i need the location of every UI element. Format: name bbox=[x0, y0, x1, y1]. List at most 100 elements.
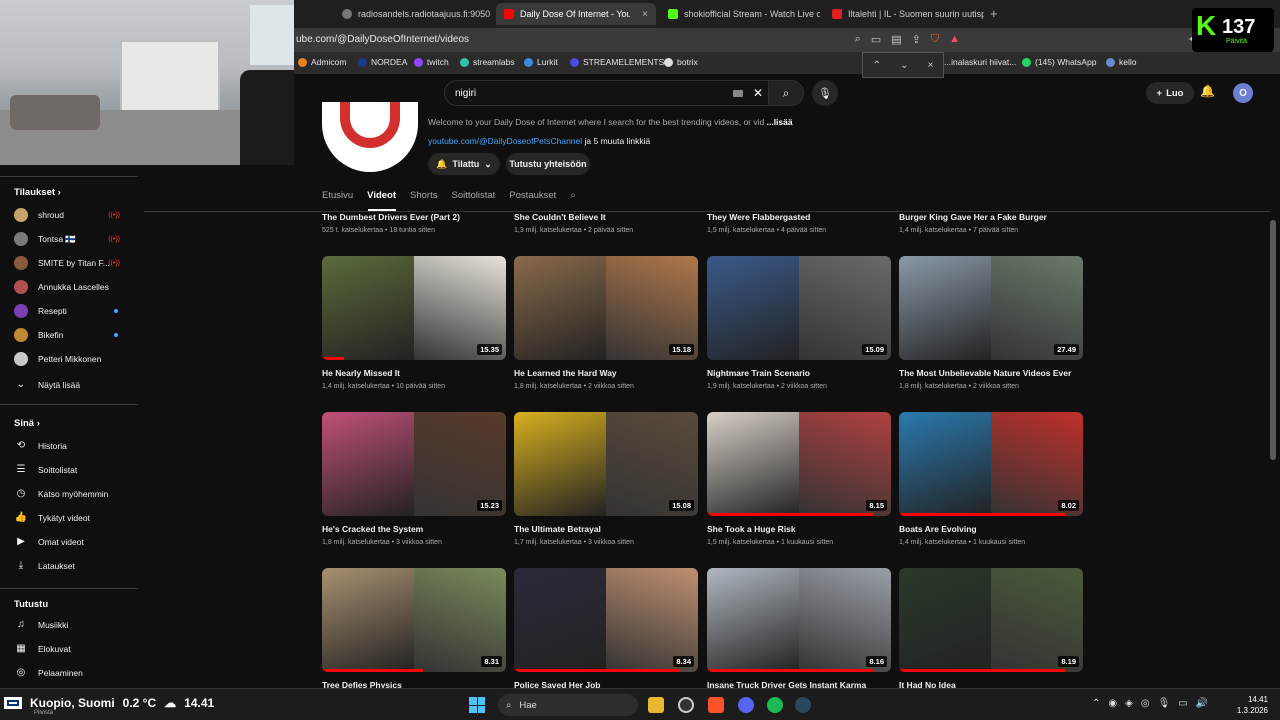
video-thumbnail[interactable]: 8.34 bbox=[514, 568, 698, 672]
bookmark-item[interactable]: kello bbox=[1106, 57, 1136, 67]
bookmark-item[interactable]: botrix bbox=[664, 57, 698, 67]
video-title[interactable]: The Most Unbelievable Nature Videos Ever bbox=[899, 368, 1083, 378]
video-thumbnail[interactable]: 15.35 bbox=[322, 256, 506, 360]
sidebar-item[interactable]: ▦ Elokuvat bbox=[14, 643, 134, 654]
video-thumbnail[interactable]: 15.09 bbox=[707, 256, 891, 360]
chevron-up-icon[interactable]: ⌃ bbox=[1092, 698, 1100, 709]
video-card[interactable]: 8.02 Boats Are Evolving 1,4 milj. katseluk… bbox=[899, 412, 1083, 546]
volume-icon[interactable]: 🔊 bbox=[1196, 698, 1208, 709]
find-prev-icon[interactable]: ⌃ bbox=[873, 60, 881, 71]
video-thumbnail[interactable]: 8.16 bbox=[707, 568, 891, 672]
video-thumbnail[interactable]: 27.49 bbox=[899, 256, 1083, 360]
video-title[interactable]: The Dumbest Drivers Ever (Part 2) bbox=[322, 212, 460, 222]
bookmark-item[interactable]: Lurkit bbox=[524, 57, 558, 67]
close-icon[interactable]: × bbox=[928, 60, 934, 71]
video-thumbnail[interactable]: 15.18 bbox=[514, 256, 698, 360]
spotify-icon[interactable] bbox=[767, 697, 783, 713]
sidebar-subscription[interactable]: Bikefin bbox=[14, 328, 134, 342]
video-title[interactable]: He Learned the Hard Way bbox=[514, 368, 698, 378]
video-thumbnail[interactable]: 15.23 bbox=[322, 412, 506, 516]
sidebar-item[interactable]: ⟲ Historia bbox=[14, 440, 134, 451]
create-button[interactable]: + Luo bbox=[1146, 82, 1194, 104]
reader-icon[interactable]: ▤ bbox=[891, 33, 901, 46]
tray-app-icon[interactable]: ◈ bbox=[1125, 698, 1133, 709]
more-link[interactable]: ...lisää bbox=[767, 117, 793, 127]
video-card[interactable]: 8.34 Police Saved Her Job bbox=[514, 568, 698, 695]
search-input[interactable]: nigiri ✕ bbox=[444, 80, 774, 106]
brave-shield-icon[interactable]: ⛉ bbox=[931, 33, 939, 46]
zoom-icon[interactable]: ⌕ bbox=[855, 33, 861, 46]
sidebar-subscription[interactable]: Tontsa 🇫🇮 ((•)) bbox=[14, 232, 134, 246]
close-icon[interactable]: × bbox=[642, 9, 648, 20]
video-card[interactable]: 27.49 The Most Unbelievable Nature Videos… bbox=[899, 256, 1083, 390]
clear-search-icon[interactable]: ✕ bbox=[753, 86, 763, 100]
keyboard-icon[interactable] bbox=[733, 90, 743, 97]
sidebar-item[interactable]: ◷ Katso myöhemmin bbox=[14, 488, 134, 499]
sidebar-item[interactable]: ♫ Musiikki bbox=[14, 619, 134, 630]
bookmark-item[interactable]: NORDEA bbox=[358, 57, 407, 67]
tab-posts[interactable]: Postaukset bbox=[509, 190, 556, 201]
video-title[interactable]: Burger King Gave Her a Fake Burger bbox=[899, 212, 1047, 222]
bookmark-item[interactable]: twitch bbox=[414, 57, 449, 67]
video-thumbnail[interactable]: 8.19 bbox=[899, 568, 1083, 672]
video-title[interactable]: The Ultimate Betrayal bbox=[514, 524, 698, 534]
video-card[interactable]: 15.23 He's Cracked the System 1,8 milj. ka… bbox=[322, 412, 506, 546]
bookmark-item[interactable]: streamlabs bbox=[460, 57, 515, 67]
tab-shorts[interactable]: Shorts bbox=[410, 190, 437, 201]
sidebar-item[interactable]: 👍 Tykätyt videot bbox=[14, 512, 134, 523]
video-card[interactable]: 8.16 Insane Truck Driver Gets Instant Kar… bbox=[707, 568, 891, 695]
channel-description[interactable]: Welcome to your Daily Dose of Internet w… bbox=[428, 117, 793, 127]
browser-tab-active[interactable]: Daily Dose Of Internet - YouTube × bbox=[496, 3, 656, 25]
weather-widget[interactable]: Kuopio, Suomi 0.2 °C ☁ 14.41 Pilvistä bbox=[4, 696, 214, 716]
url-field[interactable]: ube.com/@DailyDoseOfInternet/videos bbox=[296, 34, 469, 45]
taskbar-search[interactable]: ⌕ Hae bbox=[498, 694, 638, 716]
brave-icon[interactable] bbox=[708, 697, 724, 713]
browser-tab[interactable]: Iltalehti | IL - Suomen suurin uutispa bbox=[824, 3, 984, 25]
video-title[interactable]: He Nearly Missed It bbox=[322, 368, 506, 378]
video-thumbnail[interactable]: 15.08 bbox=[514, 412, 698, 516]
video-title[interactable]: She Took a Huge Risk bbox=[707, 524, 891, 534]
bookmark-item[interactable]: ...inalaskuri hiivat... bbox=[944, 57, 1016, 67]
show-more-button[interactable]: ⌄ Näytä lisää bbox=[14, 379, 134, 390]
sidebar-item[interactable]: ▶ Omat videot bbox=[14, 536, 134, 547]
tab-playlists[interactable]: Soittolistat bbox=[451, 190, 495, 201]
sidebar-subscription[interactable]: SMITE by Titan F... ((•)) bbox=[14, 256, 134, 270]
subscribe-button[interactable]: 🔔 Tilattu ⌄ bbox=[428, 153, 500, 175]
rewards-icon[interactable]: ▲ bbox=[949, 33, 960, 46]
browser-tab[interactable]: shokiofficial Stream - Watch Live on bbox=[660, 3, 820, 25]
windows-start-icon[interactable] bbox=[469, 697, 485, 713]
sidebar-subscription[interactable]: Resepti bbox=[14, 304, 134, 318]
video-card[interactable]: 8.19 It Had No Idea bbox=[899, 568, 1083, 695]
scrollbar[interactable] bbox=[1270, 220, 1276, 460]
browser-tab[interactable]: radiosandels.radiotaajuus.fi:9050 bbox=[334, 3, 494, 25]
steam-icon[interactable] bbox=[795, 697, 811, 713]
obs-icon[interactable] bbox=[678, 697, 694, 713]
discord-icon[interactable] bbox=[738, 697, 754, 713]
notifications-bell-icon[interactable]: 🔔 bbox=[1200, 84, 1215, 98]
video-card[interactable]: 15.18 He Learned the Hard Way 1,8 milj. ka… bbox=[514, 256, 698, 390]
you-heading[interactable]: Sinä › bbox=[14, 418, 40, 429]
video-title[interactable]: Nightmare Train Scenario bbox=[707, 368, 891, 378]
video-card[interactable]: 15.08 The Ultimate Betrayal 1,7 milj. kats… bbox=[514, 412, 698, 546]
sidebar-item[interactable]: ⤓ Lataukset bbox=[14, 560, 134, 571]
video-title[interactable]: He's Cracked the System bbox=[322, 524, 506, 534]
tray-app-icon[interactable]: ◉ bbox=[1108, 698, 1117, 709]
tray-app-icon[interactable]: ◎ bbox=[1141, 698, 1150, 709]
subscriptions-heading[interactable]: Tilaukset › bbox=[14, 187, 61, 198]
search-button[interactable]: ⌕ bbox=[768, 80, 804, 106]
network-icon[interactable]: ▭ bbox=[1178, 698, 1187, 709]
new-tab-button[interactable]: + bbox=[990, 6, 998, 21]
sidebar-item[interactable]: ◎ Pelaaminen bbox=[14, 667, 134, 678]
sidebar-subscription[interactable]: Petteri Mikkonen bbox=[14, 352, 134, 366]
video-card[interactable]: 8.31 Tree Defies Physics bbox=[322, 568, 506, 695]
video-title[interactable]: She Couldn't Believe It bbox=[514, 212, 606, 222]
file-explorer-icon[interactable] bbox=[648, 697, 664, 713]
video-thumbnail[interactable]: 8.15 bbox=[707, 412, 891, 516]
channel-search-icon[interactable]: ⌕ bbox=[570, 190, 575, 201]
voice-search-button[interactable]: 🎙 bbox=[812, 80, 838, 106]
bookmark-item[interactable]: (145) WhatsApp bbox=[1022, 57, 1096, 67]
video-card[interactable]: 8.15 She Took a Huge Risk 1,5 milj. katsel… bbox=[707, 412, 891, 546]
cast-icon[interactable]: ▭ bbox=[871, 33, 881, 46]
video-thumbnail[interactable]: 8.02 bbox=[899, 412, 1083, 516]
sidebar-subscription[interactable]: Annukka Lascelles bbox=[14, 280, 134, 294]
